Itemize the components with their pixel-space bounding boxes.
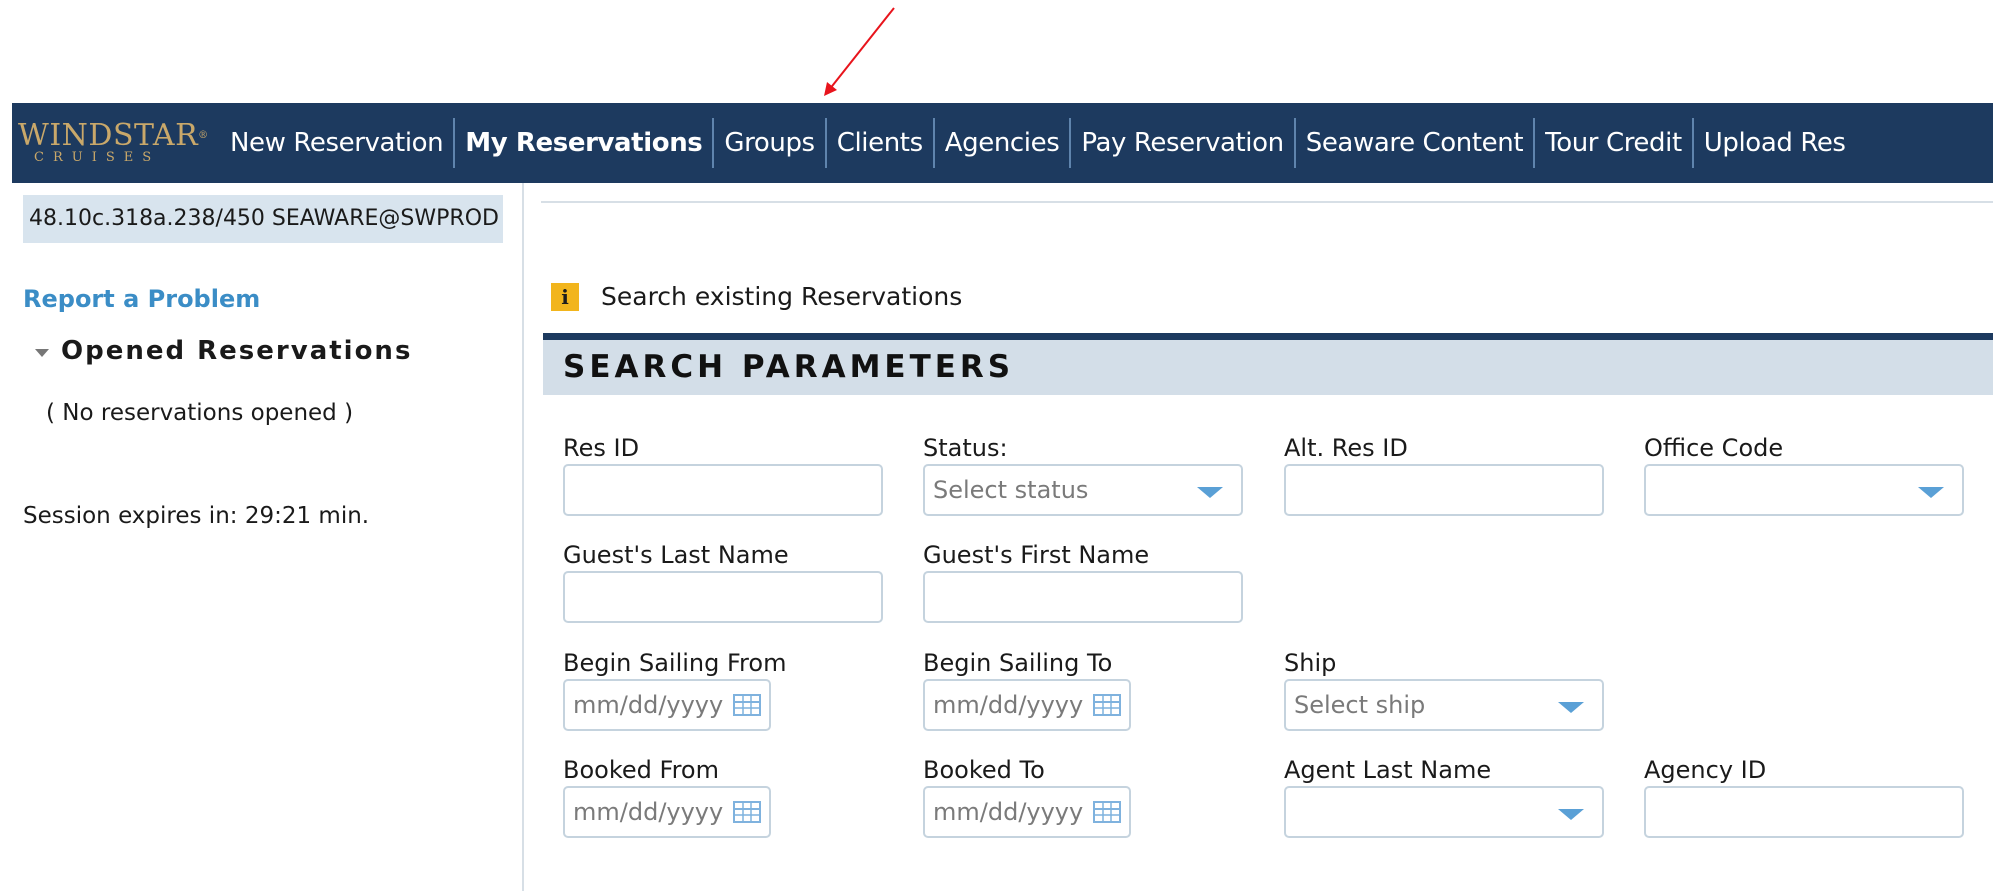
no-reservations-text: ( No reservations opened ): [46, 400, 354, 426]
agency-id-label: Agency ID: [1644, 756, 1767, 784]
alt-res-id-input[interactable]: [1284, 464, 1604, 516]
search-parameters-header: SEARCH PARAMETERS: [543, 333, 1993, 395]
booked-to-input[interactable]: mm/dd/yyyy: [923, 786, 1131, 838]
session-expiry-text: Session expires in: 29:21 min.: [23, 503, 370, 529]
dropdown-arrow-icon: [1197, 487, 1223, 498]
annotation-arrow: [824, 7, 895, 96]
ship-placeholder: Select ship: [1294, 691, 1426, 719]
nav-new-reservation[interactable]: New Reservation: [212, 118, 453, 168]
dropdown-arrow-icon: [1558, 809, 1584, 820]
office-code-select[interactable]: [1644, 464, 1964, 516]
ship-label: Ship: [1284, 649, 1337, 677]
nav-clients[interactable]: Clients: [824, 118, 933, 168]
windstar-logo[interactable]: WINDSTAR® CRUISES: [12, 103, 212, 183]
nav-my-reservations[interactable]: My Reservations: [453, 118, 712, 168]
nav-tour-credit[interactable]: Tour Credit: [1533, 118, 1692, 168]
guest-first-name-input[interactable]: [923, 571, 1243, 623]
sidebar-divider: [522, 183, 524, 891]
opened-reservations-toggle[interactable]: Opened Reservations: [35, 336, 412, 366]
info-text: Search existing Reservations: [601, 282, 963, 311]
calendar-icon[interactable]: [733, 694, 761, 716]
info-icon: i: [551, 282, 579, 311]
logo-sub-text: CRUISES: [34, 150, 161, 165]
dropdown-arrow-icon: [1918, 487, 1944, 498]
status-placeholder: Select status: [933, 476, 1089, 504]
office-code-label: Office Code: [1644, 434, 1784, 462]
status-label: Status:: [923, 434, 1008, 462]
ship-select[interactable]: Select ship: [1284, 679, 1604, 731]
calendar-icon[interactable]: [1093, 694, 1121, 716]
session-id-badge: 48.10c.318a.238/450 SEAWARE@SWPROD: [23, 195, 503, 243]
dropdown-arrow-icon: [1558, 702, 1584, 713]
calendar-icon[interactable]: [733, 801, 761, 823]
section-title: SEARCH PARAMETERS: [563, 349, 1015, 385]
nav-groups[interactable]: Groups: [712, 118, 824, 168]
info-row: i Search existing Reservations: [551, 282, 962, 311]
nav-agencies[interactable]: Agencies: [932, 118, 1070, 168]
nav-seaware-content[interactable]: Seaware Content: [1293, 118, 1533, 168]
booked-from-input[interactable]: mm/dd/yyyy: [563, 786, 771, 838]
agent-last-name-select[interactable]: [1284, 786, 1604, 838]
booked-from-label: Booked From: [563, 756, 719, 784]
begin-sailing-from-label: Begin Sailing From: [563, 649, 787, 677]
nav-menu: New Reservation My Reservations Groups C…: [212, 103, 1856, 183]
nav-upload-res[interactable]: Upload Res: [1691, 118, 1856, 168]
date-placeholder: mm/dd/yyyy: [573, 691, 724, 719]
guest-first-name-label: Guest's First Name: [923, 541, 1150, 569]
guest-last-name-input[interactable]: [563, 571, 883, 623]
agency-id-input[interactable]: [1644, 786, 1964, 838]
logo-main-text: WINDSTAR: [18, 118, 199, 153]
begin-sailing-from-input[interactable]: mm/dd/yyyy: [563, 679, 771, 731]
main-top-divider: [541, 201, 1993, 203]
caret-down-icon: [35, 349, 49, 357]
guest-last-name-label: Guest's Last Name: [563, 541, 789, 569]
date-placeholder: mm/dd/yyyy: [573, 798, 724, 826]
nav-pay-reservation[interactable]: Pay Reservation: [1069, 118, 1293, 168]
res-id-input[interactable]: [563, 464, 883, 516]
begin-sailing-to-input[interactable]: mm/dd/yyyy: [923, 679, 1131, 731]
booked-to-label: Booked To: [923, 756, 1045, 784]
status-select[interactable]: Select status: [923, 464, 1243, 516]
calendar-icon[interactable]: [1093, 801, 1121, 823]
alt-res-id-label: Alt. Res ID: [1284, 434, 1408, 462]
opened-reservations-title: Opened Reservations: [61, 336, 413, 366]
date-placeholder: mm/dd/yyyy: [933, 691, 1084, 719]
top-nav-bar: WINDSTAR® CRUISES New Reservation My Res…: [12, 103, 1993, 183]
report-problem-link[interactable]: Report a Problem: [23, 285, 260, 313]
begin-sailing-to-label: Begin Sailing To: [923, 649, 1113, 677]
date-placeholder: mm/dd/yyyy: [933, 798, 1084, 826]
agent-last-name-label: Agent Last Name: [1284, 756, 1492, 784]
res-id-label: Res ID: [563, 434, 640, 462]
